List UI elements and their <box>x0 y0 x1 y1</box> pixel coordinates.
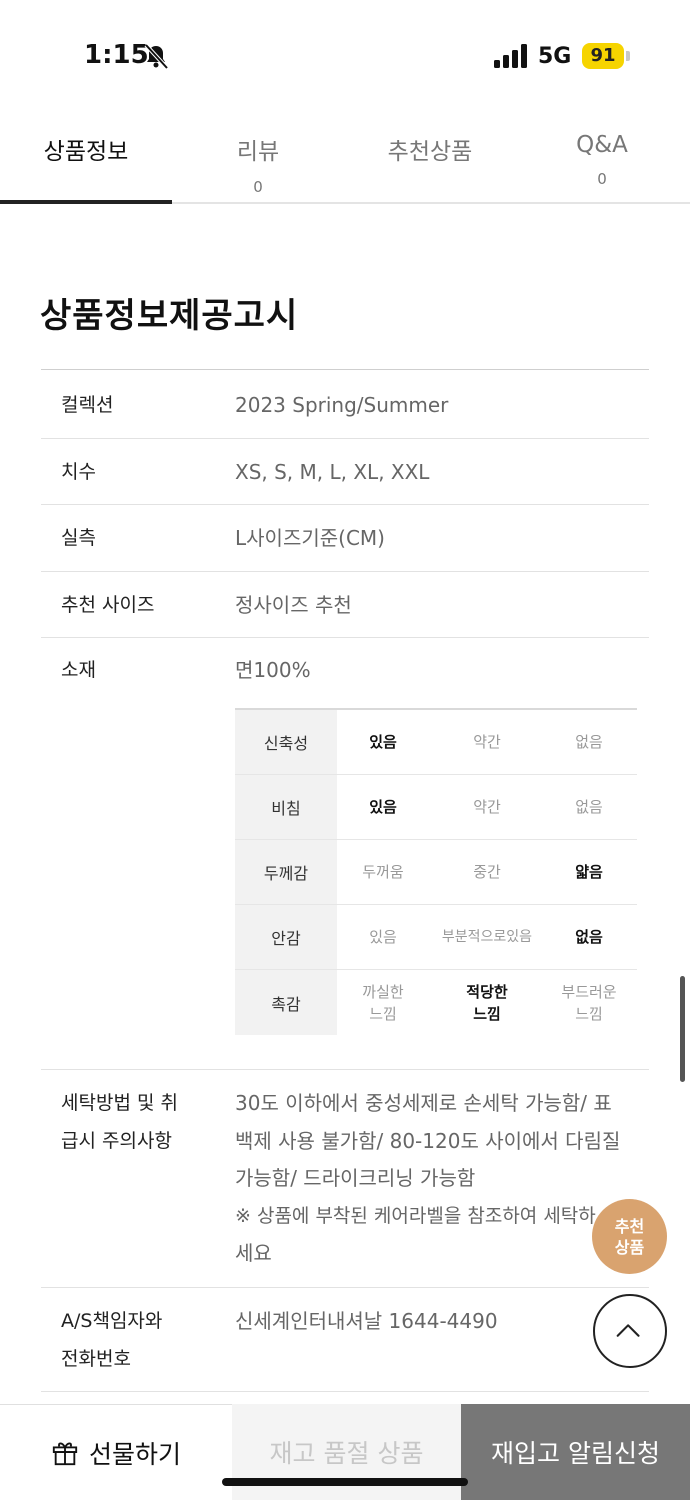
info-value: L사이즈기준(CM) <box>235 526 385 550</box>
tab-review[interactable]: 리뷰 0 <box>172 132 344 196</box>
status-time: 1:15 <box>84 40 149 70</box>
tab-recommended[interactable]: 추천상품 <box>344 132 516 166</box>
page-title: 상품정보제공고시 <box>40 296 299 336</box>
info-value: ※ 상품에 부착된 케어라벨을 참조하여 세탁하 <box>235 1205 596 1227</box>
fabric-option: 까실한 느낌 <box>362 982 404 1023</box>
fabric-property-grid: 신축성 있음 약간 없음 비침 있음 약간 없음 두께감 두꺼움 중간 얇음 안… <box>235 708 637 1035</box>
info-label: 소재 <box>61 659 96 681</box>
gift-button-label: 선물하기 <box>88 1439 181 1469</box>
battery-icon: 91 <box>582 43 624 69</box>
fabric-option: 없음 <box>575 733 603 751</box>
scroll-top-button[interactable] <box>593 1294 667 1368</box>
fabric-row-texture: 촉감 까실한 느낌 적당한 느낌 부드러운 느낌 <box>235 970 637 1035</box>
restock-button-label: 재입고 알림신청 <box>491 1439 660 1468</box>
gift-icon <box>52 1442 78 1465</box>
info-row-as: A/S책임자와 전화번호 신세계인터내셔날 1644-4490 <box>41 1288 649 1392</box>
fabric-option: 중간 <box>473 863 501 881</box>
info-value: XS, S, M, L, XL, XXL <box>235 460 430 484</box>
fabric-attr: 비침 <box>235 775 337 839</box>
fabric-row-sheer: 비침 있음 약간 없음 <box>235 775 637 840</box>
info-label: A/S책임자와 <box>61 1310 163 1332</box>
info-value: 면100% <box>235 658 311 682</box>
info-row-washing: 세탁방법 및 취 급시 주의사항 30도 이하에서 중성세제로 손세탁 가능함/… <box>41 1070 649 1288</box>
active-tab-indicator <box>0 200 172 204</box>
recommend-fab-label: 추천 <box>614 1216 645 1236</box>
info-row-size: 치수 XS, S, M, L, XL, XXL <box>41 439 649 505</box>
fabric-option: 약간 <box>473 733 501 751</box>
restock-alert-button[interactable]: 재입고 알림신청 <box>461 1404 690 1500</box>
tab-count: 0 <box>597 170 607 188</box>
cellular-signal-icon <box>494 44 527 68</box>
status-bar: 1:15 5G 91 <box>0 0 690 110</box>
fabric-attr: 신축성 <box>235 710 337 774</box>
tab-label: Q&A <box>576 132 628 158</box>
product-info-table: 컬렉션 2023 Spring/Summer 치수 XS, S, M, L, X… <box>41 369 649 1392</box>
info-label: 컬렉션 <box>61 394 114 416</box>
soldout-label: 재고 품절 상품 <box>269 1439 424 1468</box>
info-value: 신세계인터내셔날 1644-4490 <box>235 1309 498 1333</box>
info-row-material: 소재 면100% 신축성 있음 약간 없음 비침 있음 약간 없음 두께감 두꺼… <box>41 638 649 1070</box>
fabric-option: 약간 <box>473 798 501 816</box>
fabric-option: 있음 <box>369 928 397 946</box>
fabric-option: 부분적으로있음 <box>441 929 533 945</box>
info-value: 세요 <box>235 1241 272 1265</box>
fabric-option: 두꺼움 <box>362 863 404 881</box>
info-label: 세탁방법 및 취 <box>61 1092 178 1114</box>
fabric-row-thickness: 두께감 두꺼움 중간 얇음 <box>235 840 637 905</box>
fabric-row-lining: 안감 있음 부분적으로있음 없음 <box>235 905 637 970</box>
fabric-row-stretch: 신축성 있음 약간 없음 <box>235 710 637 775</box>
fabric-attr: 안감 <box>235 905 337 969</box>
info-value: 정사이즈 추천 <box>235 593 352 617</box>
fabric-attr: 두께감 <box>235 840 337 904</box>
tab-product-info[interactable]: 상품정보 <box>0 132 172 166</box>
battery-cap <box>626 51 630 61</box>
tab-qna[interactable]: Q&A 0 <box>516 132 688 188</box>
info-value: 30도 이하에서 중성세제로 손세탁 가능함/ 표 <box>235 1091 612 1115</box>
info-label: 전화번호 <box>61 1348 131 1370</box>
bell-muted-icon <box>144 43 169 70</box>
fabric-option-selected: 적당한 느낌 <box>466 982 508 1023</box>
info-label: 급시 주의사항 <box>61 1130 172 1152</box>
info-label: 치수 <box>61 461 96 483</box>
info-value: 가능함/ 드라이크리닝 가능함 <box>235 1166 476 1190</box>
network-label: 5G <box>538 44 572 69</box>
tab-count: 0 <box>253 178 263 196</box>
tab-label: 추천상품 <box>387 139 473 165</box>
home-indicator <box>222 1478 468 1486</box>
info-label: 실측 <box>61 527 96 549</box>
fabric-option: 부드러운 느낌 <box>561 982 617 1023</box>
fabric-option-selected: 있음 <box>369 733 397 751</box>
info-row-recommend-size: 추천 사이즈 정사이즈 추천 <box>41 572 649 638</box>
scrollbar[interactable] <box>680 976 685 1082</box>
fabric-option: 없음 <box>575 798 603 816</box>
tab-label: 리뷰 <box>236 139 280 165</box>
info-value: 2023 Spring/Summer <box>235 393 449 417</box>
recommend-fab-label: 상품 <box>614 1237 645 1257</box>
fabric-option-selected: 없음 <box>575 928 603 946</box>
info-row-measure: 실측 L사이즈기준(CM) <box>41 505 649 572</box>
tab-label: 상품정보 <box>43 139 129 165</box>
fabric-option-selected: 있음 <box>369 798 397 816</box>
recommend-products-button[interactable]: 추천 상품 <box>592 1199 667 1274</box>
chevron-up-icon <box>616 1324 640 1337</box>
product-tabs: 상품정보 리뷰 0 추천상품 Q&A 0 <box>0 110 690 204</box>
info-value: 백제 사용 불가함/ 80-120도 사이에서 다림질 <box>235 1129 621 1153</box>
fabric-option-selected: 얇음 <box>575 863 603 881</box>
info-row-collection: 컬렉션 2023 Spring/Summer <box>41 370 649 439</box>
gift-button[interactable]: 선물하기 <box>0 1404 232 1500</box>
info-label: 추천 사이즈 <box>61 594 155 616</box>
fabric-attr: 촉감 <box>235 970 337 1035</box>
